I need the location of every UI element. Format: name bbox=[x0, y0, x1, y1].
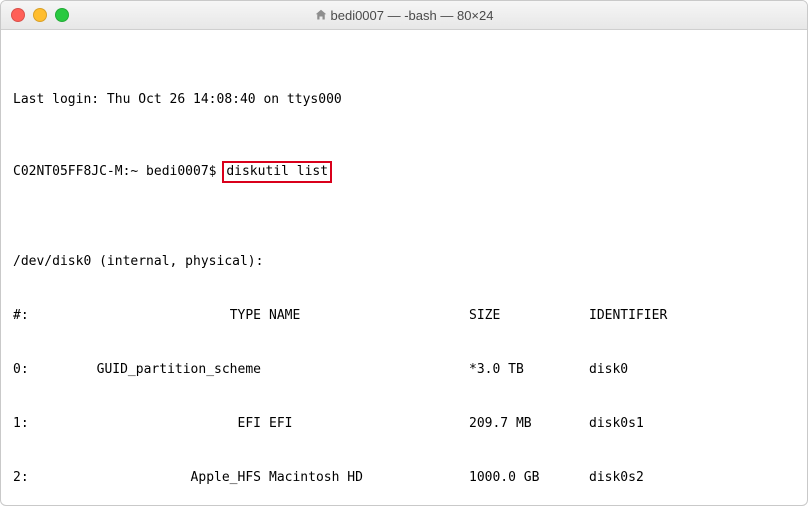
home-icon bbox=[315, 9, 327, 21]
highlighted-command: diskutil list bbox=[222, 161, 332, 183]
command-text: diskutil list bbox=[226, 164, 328, 179]
window-title-text: bedi0007 — -bash — 80×24 bbox=[331, 8, 494, 23]
window-title: bedi0007 — -bash — 80×24 bbox=[1, 8, 807, 23]
table-row: 1:EFIEFI209.7 MBdisk0s1 bbox=[13, 415, 795, 433]
prompt: C02NT05FF8JC-M:~ bedi0007$ bbox=[13, 164, 217, 179]
titlebar: bedi0007 — -bash — 80×24 bbox=[1, 1, 807, 30]
table-row: 0:GUID_partition_scheme*3.0 TBdisk0 bbox=[13, 361, 795, 379]
terminal-window: bedi0007 — -bash — 80×24 Last login: Thu… bbox=[0, 0, 808, 506]
disk-header: /dev/disk0 (internal, physical): bbox=[13, 253, 795, 271]
minimize-icon[interactable] bbox=[33, 8, 47, 22]
prompt-line-1: C02NT05FF8JC-M:~ bedi0007$ diskutil list bbox=[13, 163, 795, 181]
table-header: #:TYPENAMESIZEIDENTIFIER bbox=[13, 307, 795, 325]
table-row: 2:Apple_HFSMacintosh HD1000.0 GBdisk0s2 bbox=[13, 469, 795, 487]
terminal-body[interactable]: Last login: Thu Oct 26 14:08:40 on ttys0… bbox=[1, 29, 807, 505]
fullscreen-icon[interactable] bbox=[55, 8, 69, 22]
close-icon[interactable] bbox=[11, 8, 25, 22]
window-controls bbox=[1, 8, 69, 22]
login-line: Last login: Thu Oct 26 14:08:40 on ttys0… bbox=[13, 91, 795, 109]
